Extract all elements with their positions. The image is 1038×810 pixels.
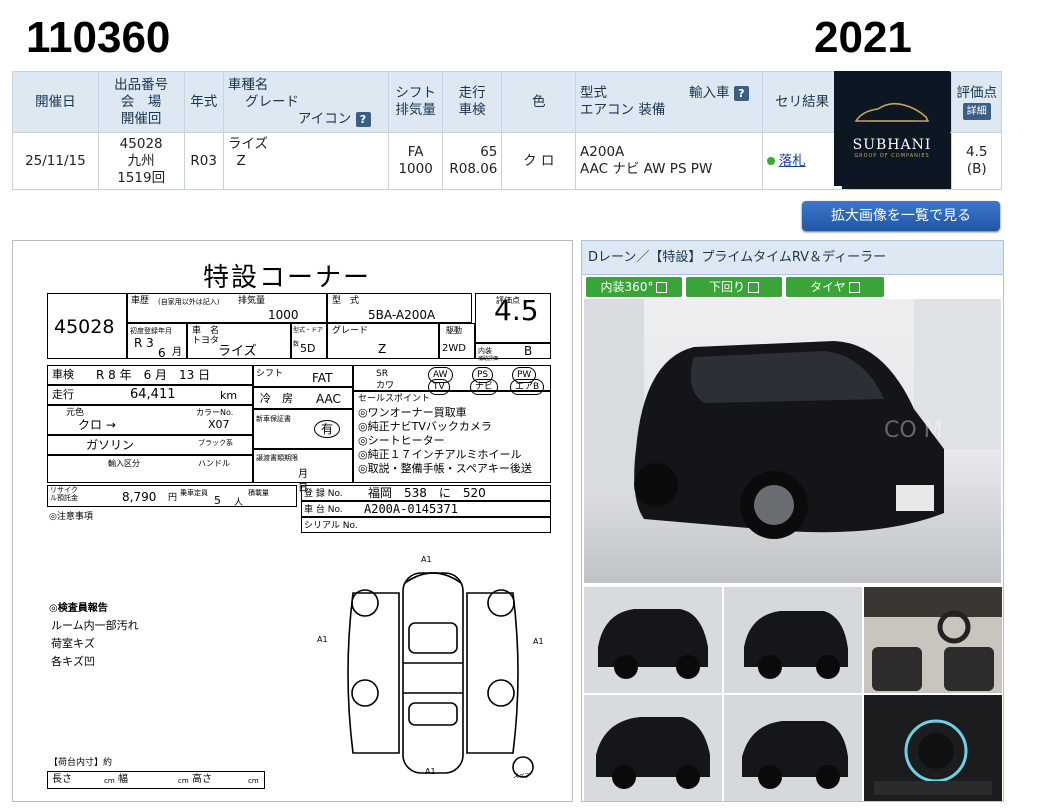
external-link-icon: [848, 282, 860, 293]
cell-model: ライズ Z: [222, 132, 390, 190]
serial-cell: シリアル No.: [301, 517, 551, 533]
grade-cell: グレード Z: [327, 323, 439, 359]
col-color: 色: [501, 71, 577, 133]
mileage-cell: 走行 64,411 km: [47, 385, 253, 405]
col-year: 年式: [183, 71, 224, 133]
tab-interior-360[interactable]: 内装360°: [586, 277, 682, 297]
external-link-icon: [656, 282, 668, 293]
thumbnail-photo[interactable]: [724, 695, 862, 801]
cell-type: A200A AAC ナビ AW PS PW: [575, 132, 763, 190]
chassis-cell: 車 台 No. A200A-0145371: [301, 501, 551, 517]
inspector-note: ルーム内一部汚れ: [51, 619, 139, 632]
interior-cell: 内装 補助評価 B: [475, 343, 551, 362]
cargo-label: 【荷台内寸】約: [49, 758, 113, 768]
sales-point: ◎取説・整備手帳・スペアキー後送: [358, 462, 532, 475]
result-link[interactable]: 落札: [779, 153, 806, 169]
type-cell: 型 式 5BA-A200A: [327, 293, 472, 323]
tab-underbody[interactable]: 下回り: [686, 277, 782, 297]
photo-panel: Dレーン／【特設】プライムタイムRV＆ディーラー 内装360° 下回り タイヤ …: [581, 240, 1004, 802]
col-model: 車種名 グレード アイコン ?: [222, 71, 390, 133]
recycle-cell: リサイクル預託金 8,790 円 乗車定員 5 人 積載量: [47, 485, 297, 508]
lane-title: Dレーン／【特設】プライムタイムRV＆ディーラー: [582, 241, 1003, 275]
thumbnail-photo[interactable]: [864, 587, 1002, 693]
sales-point: ◎ワンオーナー買取車: [358, 406, 467, 419]
ac-cell: 冷 房 AAC: [253, 387, 353, 409]
shift-cell: シフト FAT: [253, 365, 353, 387]
cell-shift: FA 1000: [388, 132, 443, 190]
col-type: 型式 輸入車 ? エアコン 装備: [575, 71, 763, 133]
tab-tires[interactable]: タイヤ: [786, 277, 884, 297]
cell-mileage: 65 R08.06: [441, 132, 503, 190]
sheet-lot: 45028: [54, 316, 115, 338]
auction-sheet: 特設コーナー 45028 車歴 (自家用以外は記入) 排気量 1000 型 式 …: [12, 240, 573, 802]
notice-label: ◎注意事項: [49, 512, 93, 522]
a1-mark: A1: [421, 555, 432, 564]
eval-detail-badge[interactable]: 詳細: [962, 102, 991, 120]
lot-number-title: 110360: [26, 13, 171, 62]
logo-tagline: GROUP OF COMPANIES: [854, 153, 930, 159]
external-link-icon: [748, 282, 759, 293]
a1-mark: A1: [533, 637, 544, 646]
help-icon[interactable]: ?: [355, 111, 371, 127]
equipment-cell: SR AW PS PW カワ TV ナビ エアB: [353, 365, 551, 395]
a1-mark: A1: [425, 767, 436, 776]
reg-cell: 初度登録年月 R 3 6 月: [127, 323, 187, 360]
thumbnail-photo[interactable]: [724, 587, 862, 693]
col-lot: 出品番号会 場開催回: [97, 71, 185, 133]
sales-point: ◎純正ナビTVバックカメラ: [358, 420, 492, 433]
thumbnail-photo[interactable]: [584, 587, 722, 693]
cargo-cell: 長さ cm 幅 cm 高さ cm: [47, 771, 265, 789]
cell-eval: 4.5 (B): [951, 132, 1002, 190]
col-result: セリ結果: [761, 71, 843, 133]
watermark-text: CO M: [884, 418, 943, 443]
expire-cell: 譲渡書類期限 月 日: [253, 449, 358, 494]
plate-cell: 登 録 No. 福岡 538 に 520: [301, 485, 551, 501]
cell-year: R03: [183, 132, 224, 190]
name-cell: 車 名 トヨタ ライズ: [187, 323, 291, 359]
warranty-cell: 新車保証書 有: [253, 409, 353, 449]
logo-name: SUBHANI: [852, 137, 932, 153]
col-mileage: 走行 車検: [441, 71, 503, 133]
a1-mark: A1: [317, 635, 328, 644]
thumbnail-photo[interactable]: [864, 695, 1002, 801]
status-dot-icon: [766, 156, 775, 165]
fuel-cell: ガソリン ブラック系: [47, 435, 253, 455]
inspector-note: 各キズ凹: [51, 655, 95, 668]
inspector-title: ◎検査員報告: [49, 603, 108, 614]
sales-points-cell: セールスポイント ◎ワンオーナー買取車 ◎純正ナビTVバックカメラ ◎シートヒー…: [353, 391, 551, 483]
sales-point: ◎純正１７インチアルミホイール: [358, 448, 522, 461]
car-logo-icon: [854, 102, 930, 122]
cell-result: 落札: [761, 132, 843, 190]
sheet-title: 特設コーナー: [203, 263, 372, 293]
col-eval: 評価点 詳細: [951, 71, 1002, 133]
sheet-lot-box: 45028: [47, 293, 127, 359]
car-photo-icon: CO M: [584, 299, 1001, 539]
inspector-note: 荷室キズ: [51, 637, 95, 650]
cell-color: ク ロ: [501, 132, 577, 190]
car-damage-diagram: [347, 572, 534, 778]
thumbnail-photo[interactable]: [584, 695, 722, 801]
year-title: 2021: [814, 13, 912, 62]
spare-label: スペア: [513, 773, 531, 780]
col-date: 開催日: [12, 71, 99, 133]
help-icon[interactable]: ?: [733, 86, 749, 101]
color-cell: 元色 クロ → カラーNo. X07: [47, 405, 253, 435]
enlarge-images-button[interactable]: 拡大画像を一覧で見る: [802, 201, 1000, 231]
cell-lot: 45028 九州 1519回: [97, 132, 185, 190]
inspection-cell: 車検 R 8 年 6 月 13 日: [47, 365, 253, 385]
import-cell: 輸入区分 ハンドル: [47, 455, 253, 483]
eval-box: 評価点 4.5: [475, 293, 551, 343]
cell-date: 25/11/15: [12, 132, 99, 190]
history-cell: 車歴 (自家用以外は記入) 排気量 1000: [127, 293, 327, 323]
drive-cell: 駆動 2WD: [439, 323, 475, 359]
main-car-photo[interactable]: CO M: [584, 299, 1001, 583]
col-shift: シフト 排気量: [388, 71, 443, 133]
subhani-logo: SUBHANI GROUP OF COMPANIES: [834, 71, 950, 186]
doors-cell: 型式・ドア数 5D: [291, 323, 327, 359]
sales-point: ◎シートヒーター: [358, 434, 445, 447]
